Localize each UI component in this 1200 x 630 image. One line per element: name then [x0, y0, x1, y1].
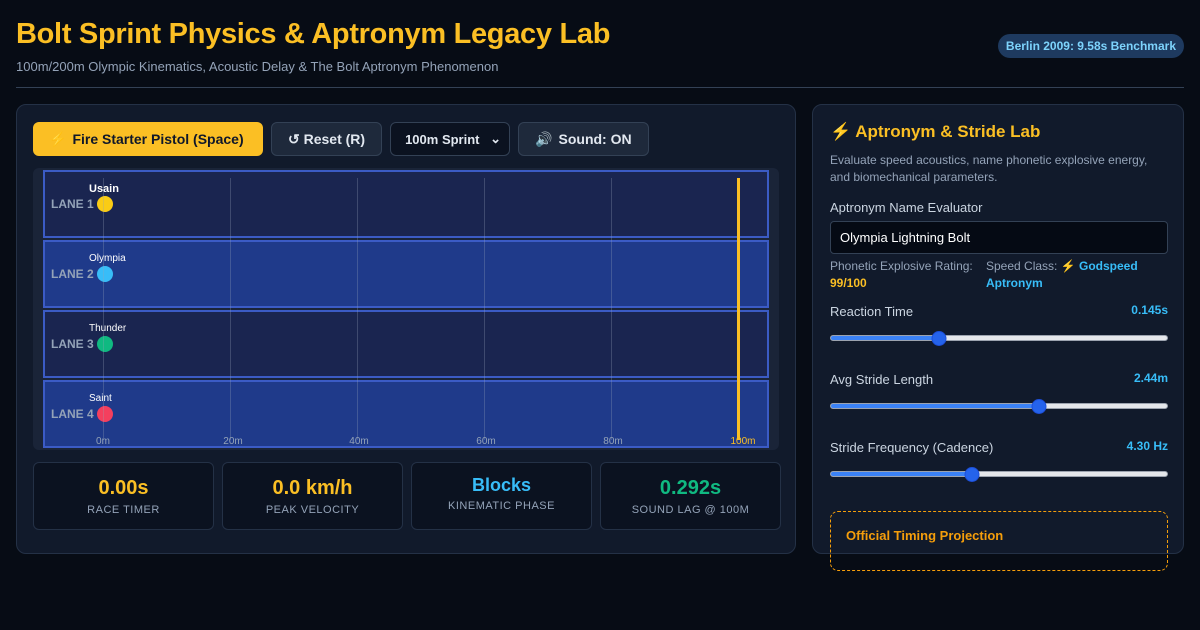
- timing-projection-box: Official Timing Projection: [830, 511, 1168, 571]
- name-evaluator-input[interactable]: Olympia Lightning Bolt: [830, 221, 1168, 254]
- reaction-time-slider: Reaction Time 0.145s: [830, 303, 1168, 346]
- aptronym-lab-panel: ⚡ Aptronym & Stride Lab Evaluate speed a…: [812, 104, 1184, 571]
- stride-length-slider: Avg Stride Length 2.44m: [830, 371, 1168, 414]
- slider-track[interactable]: [830, 331, 1168, 346]
- stride-frequency-slider: Stride Frequency (Cadence) 4.30 Hz: [830, 439, 1168, 482]
- distance-gridline: [611, 178, 612, 440]
- runner-marker: [97, 196, 113, 212]
- stat-value: 0.0 km/h: [272, 477, 353, 499]
- rating-label: Phonetic Explosive Rating:: [830, 259, 973, 273]
- race-stats: 0.00s RACE TIMER 0.0 km/h PEAK VELOCITY …: [33, 462, 781, 530]
- slider-label: Avg Stride Length: [830, 372, 934, 387]
- stat-label: KINEMATIC PHASE: [448, 500, 555, 512]
- lab-title-text: Aptronym & Stride Lab: [855, 122, 1041, 141]
- distance-tick: 60m: [476, 436, 496, 447]
- speed-class-label: Speed Class:: [986, 259, 1058, 273]
- distance-tick: 20m: [223, 436, 243, 447]
- slider-label: Reaction Time: [830, 304, 914, 319]
- slider-fill: [831, 404, 1040, 408]
- distance-gridline: [103, 178, 104, 440]
- slider-fill: [831, 336, 939, 340]
- sound-toggle-button[interactable]: 🔊 Sound: ON: [518, 122, 649, 156]
- stat-value: 0.292s: [659, 477, 722, 499]
- lane-label: LANE 4: [51, 407, 94, 421]
- lightning-icon: ⚡: [830, 122, 852, 141]
- finish-tick: 100m: [730, 436, 756, 447]
- race-panel: ⚡ Fire Starter Pistol (Space) ↺ Reset (R…: [16, 104, 796, 554]
- runner-marker: [97, 406, 113, 422]
- reset-button[interactable]: ↺ Reset (R): [271, 122, 383, 156]
- sound-label: Sound: ON: [558, 131, 632, 147]
- stat-label: RACE TIMER: [87, 504, 160, 516]
- rating-value: 99/100: [830, 276, 867, 290]
- peak-velocity-card: 0.0 km/h PEAK VELOCITY: [222, 462, 403, 530]
- distance-tick: 80m: [603, 436, 623, 447]
- runner-name: Thunder: [89, 323, 127, 334]
- distance-gridline: [484, 178, 485, 440]
- slider-thumb[interactable]: [1031, 399, 1047, 414]
- runner-name: Saint: [89, 393, 112, 404]
- kinematic-phase-card: Blocks KINEMATIC PHASE: [411, 462, 592, 530]
- distance-tick: 40m: [349, 436, 369, 447]
- lane-label: LANE 3: [51, 337, 94, 351]
- lane-label: LANE 1: [51, 197, 94, 211]
- speaker-icon: 🔊: [535, 130, 553, 147]
- name-evaluator-label: Aptronym Name Evaluator: [830, 200, 983, 215]
- lane-2: LANE 2 Olympia: [43, 240, 769, 308]
- slider-value: 2.44m: [1133, 371, 1168, 385]
- slider-track[interactable]: [830, 399, 1168, 414]
- lightning-icon: ⚡: [49, 130, 67, 147]
- stat-value: Blocks: [471, 475, 532, 495]
- chevron-down-icon: ⌄: [490, 131, 502, 146]
- runner-marker: [97, 336, 113, 352]
- fire-pistol-button[interactable]: ⚡ Fire Starter Pistol (Space): [33, 122, 263, 156]
- reset-label: ↺ Reset (R): [288, 130, 366, 147]
- runner-name: Olympia: [89, 253, 126, 264]
- stat-label: SOUND LAG @ 100M: [631, 504, 750, 516]
- slider-label: Stride Frequency (Cadence): [830, 440, 994, 455]
- lab-title: ⚡ Aptronym & Stride Lab: [830, 122, 1040, 142]
- distance-tick: 0m: [96, 436, 110, 447]
- phonetic-rating: Phonetic Explosive Rating: 99/100: [830, 258, 980, 292]
- lane-1: LANE 1 Usain: [43, 170, 769, 238]
- lane-4: LANE 4 Saint: [43, 380, 769, 448]
- finish-line: [737, 178, 740, 440]
- slider-value: 4.30 Hz: [1126, 439, 1168, 453]
- lab-description: Evaluate speed acoustics, name phonetic …: [830, 153, 1148, 184]
- header: Bolt Sprint Physics & Aptronym Legacy La…: [16, 18, 1184, 74]
- sound-lag-card: 0.292s SOUND LAG @ 100M: [600, 462, 781, 530]
- race-controls: ⚡ Fire Starter Pistol (Space) ↺ Reset (R…: [33, 122, 649, 156]
- event-select[interactable]: 100m Sprint ⌄: [390, 122, 511, 156]
- slider-value: 0.145s: [1131, 303, 1168, 317]
- stat-label: PEAK VELOCITY: [265, 504, 360, 516]
- slider-thumb[interactable]: [964, 467, 980, 482]
- race-track: LANE 1 Usain LANE 2 Olympia LANE 3 Thund…: [33, 168, 779, 450]
- header-divider: [16, 87, 1184, 88]
- slider-thumb[interactable]: [931, 331, 947, 346]
- projection-title: Official Timing Projection: [846, 528, 1004, 543]
- lane-3: LANE 3 Thunder: [43, 310, 769, 378]
- speed-class: Speed Class: ⚡ Godspeed Aptronym: [986, 258, 1156, 292]
- benchmark-badge: Berlin 2009: 9.58s Benchmark: [997, 34, 1184, 58]
- runner-marker: [97, 266, 113, 282]
- fire-pistol-label: Fire Starter Pistol (Space): [72, 131, 244, 147]
- slider-fill: [831, 472, 973, 476]
- distance-gridline: [357, 178, 358, 440]
- event-select-value: 100m Sprint: [405, 131, 480, 147]
- slider-track[interactable]: [830, 467, 1168, 482]
- page-subtitle: 100m/200m Olympic Kinematics, Acoustic D…: [16, 59, 499, 74]
- lane-label: LANE 2: [51, 267, 94, 281]
- race-timer-card: 0.00s RACE TIMER: [33, 462, 214, 530]
- stat-value: 0.00s: [98, 477, 149, 499]
- distance-gridline: [230, 178, 231, 440]
